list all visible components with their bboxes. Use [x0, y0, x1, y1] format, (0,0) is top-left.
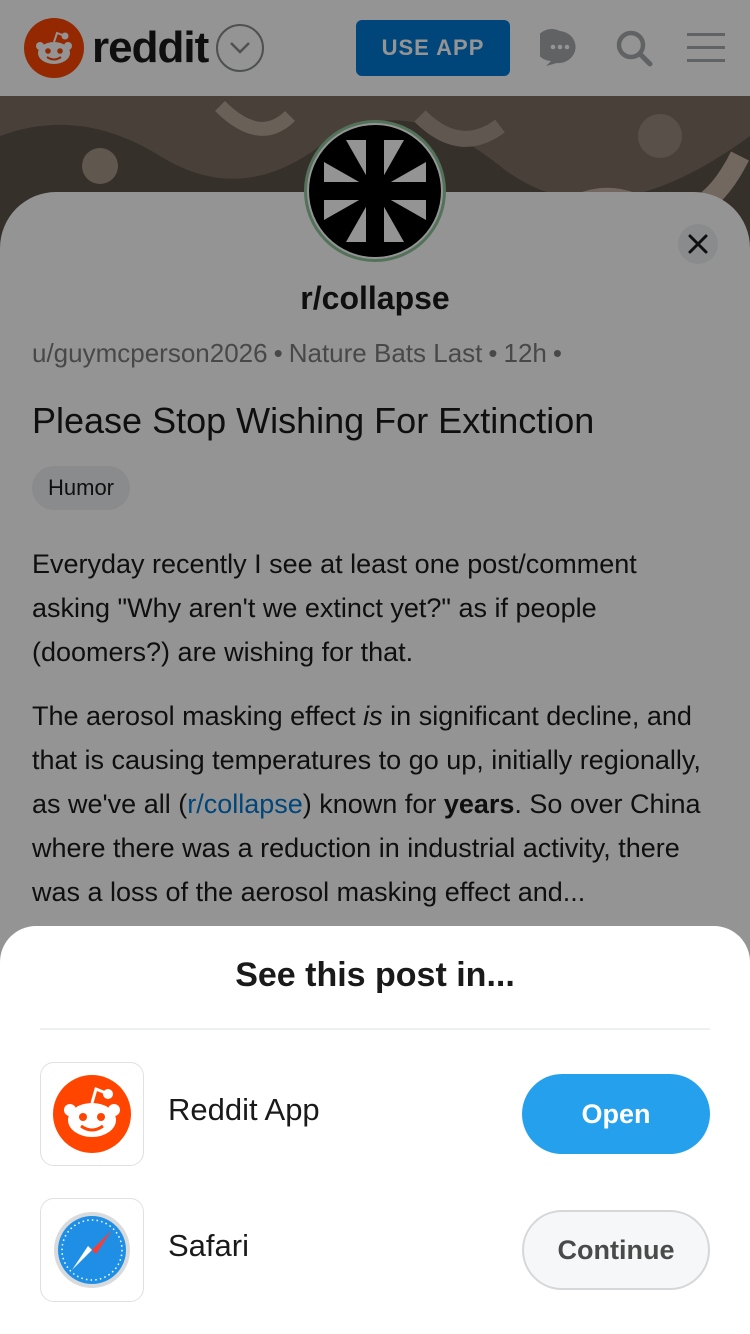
divider: [40, 1028, 710, 1030]
app-option-safari: Safari Continue: [40, 1198, 710, 1302]
reddit-app-icon: [40, 1062, 144, 1166]
app-option-reddit: Reddit App Open: [40, 1062, 710, 1166]
app-name: Reddit App: [168, 1092, 320, 1127]
sheet-title: See this post in...: [235, 956, 515, 994]
open-in-sheet: See this post in... Reddit App Open Safa…: [0, 926, 750, 1334]
continue-button[interactable]: Continue: [522, 1210, 710, 1290]
safari-icon: [40, 1198, 144, 1302]
app-name: Safari: [168, 1228, 249, 1263]
open-button[interactable]: Open: [522, 1074, 710, 1154]
